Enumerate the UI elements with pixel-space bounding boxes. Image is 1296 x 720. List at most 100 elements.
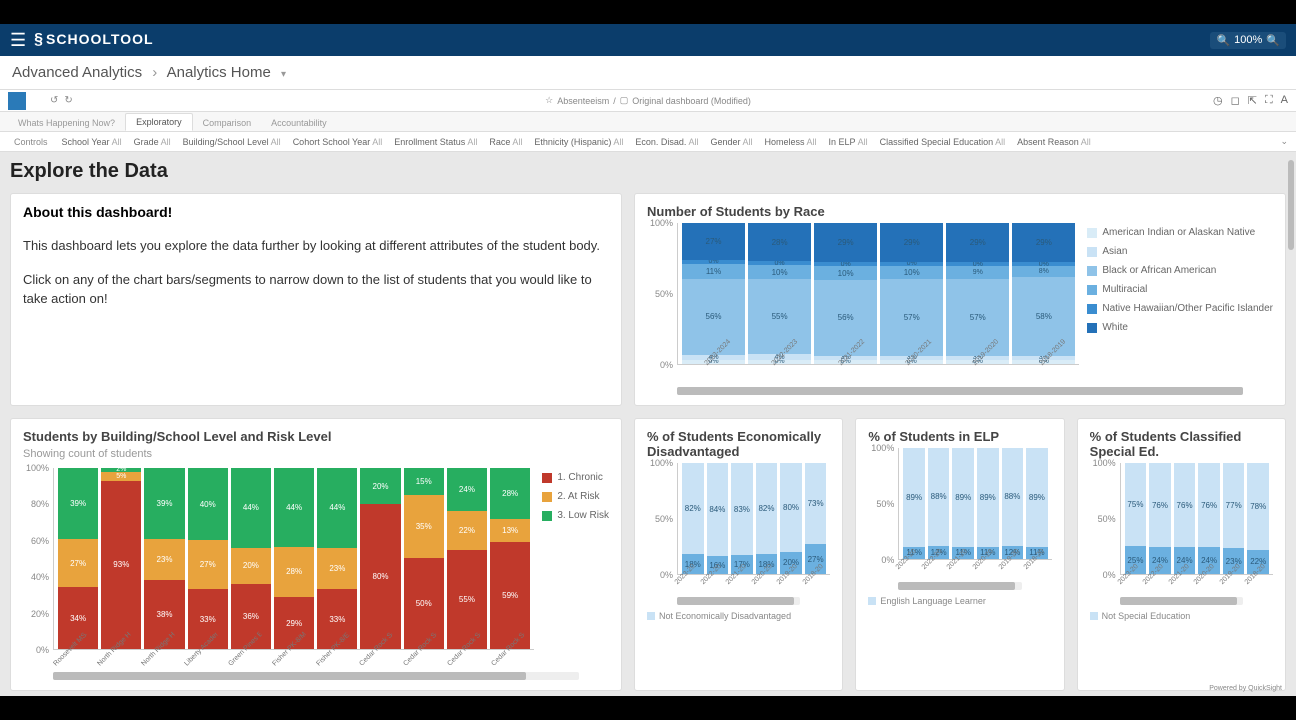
dashboard-name[interactable]: Absenteeism [557,96,609,106]
bookmark-icon[interactable]: ◻ [1231,94,1240,107]
bar-2021-2022[interactable]: 83%17% [731,463,753,574]
bar-cedar-rock-schoo-[interactable]: 20%80% [360,468,400,649]
bar-2020-2021[interactable]: 76%24% [1198,463,1220,574]
tab-whats-happening-now-[interactable]: Whats Happening Now? [8,115,125,131]
bar-roosevelt-ms-ms[interactable]: 39%27%34% [58,468,98,649]
legend-item[interactable]: 3. Low Risk [542,510,609,521]
filter-in-elp[interactable]: In ELPAll [823,137,874,147]
race-scroll[interactable] [677,387,1243,395]
sped-legend-label[interactable]: Not Special Education [1102,611,1191,621]
bar-cedar-rock-schoo-[interactable]: 28%13%59% [490,468,530,649]
elp-scroll[interactable] [898,582,1021,590]
econ-scroll[interactable] [677,597,800,605]
bar-north-ridge-hs-t-[interactable]: 2%5%93% [101,468,141,649]
bar-cedar-rock-schoo-[interactable]: 24%22%55% [447,468,487,649]
bar-2018-2019[interactable]: 73%27% [805,463,827,574]
elp-chart[interactable]: 100%50%0%89%11%88%12%89%11%89%11%88%12%8… [868,448,1051,578]
legend-item[interactable]: 1. Chronic [542,472,609,483]
filter-gender[interactable]: GenderAll [704,137,758,147]
bar-2021-2022[interactable]: 76%24% [1174,463,1196,574]
zoom-in-icon[interactable]: 🔍 [1266,34,1280,47]
bar-2023-2024[interactable]: 82%18% [682,463,704,574]
risk-chart-subtitle: Showing count of students [23,448,609,460]
bar-2021-2022[interactable]: 89%11% [952,448,974,559]
elp-legend-label[interactable]: English Language Learner [880,596,986,606]
bar-2018-2019[interactable]: 78%22% [1247,463,1269,574]
bar-cedar-rock-schoo-[interactable]: 15%35%50% [404,468,444,649]
filter-school-year[interactable]: School YearAll [56,137,128,147]
legend-item[interactable]: American Indian or Alaskan Native [1087,227,1273,238]
bar-north-ridge-hs-hs[interactable]: 39%23%38% [144,468,184,649]
chart-icon[interactable] [8,92,26,110]
bar-2022-2023[interactable]: 76%24% [1149,463,1171,574]
filter-cohort-school-year[interactable]: Cohort School YearAll [287,137,389,147]
redo-icon[interactable]: ↻ [64,95,72,106]
bar-2023-2024[interactable]: 27%0%11%56%4%0% [682,223,745,364]
bar-2022-2023[interactable]: 88%12% [928,448,950,559]
bar-2022-2023[interactable]: 84%16% [707,463,729,574]
bar-2020-2021[interactable]: 29%0%10%57%3%0% [880,223,943,364]
fullscreen-icon[interactable]: ⛶ [1265,94,1273,107]
filter-enrollment-status[interactable]: Enrollment StatusAll [388,137,483,147]
filter-classified-special-education[interactable]: Classified Special EducationAll [874,137,1012,147]
bar-2020-2021[interactable]: 82%18% [756,463,778,574]
bar-2022-2023[interactable]: 28%0%10%55%4%0% [748,223,811,364]
legend-swatch [647,612,655,620]
scrollbar[interactable] [1288,160,1294,250]
zoom-out-icon[interactable]: 🔍 [1216,34,1230,47]
chevron-down-icon[interactable]: ⌄ [1280,136,1288,147]
bar-2020-2021[interactable]: 89%11% [977,448,999,559]
bar-green-pines-es-es[interactable]: 44%20%36% [231,468,271,649]
sped-scroll[interactable] [1120,597,1243,605]
race-chart[interactable]: 100%50%0%27%0%11%56%4%0%28%0%10%55%4%0%2… [647,223,1079,383]
bar-fisher-pk-8-ms[interactable]: 44%28%29% [274,468,314,649]
filter-building-school-level[interactable]: Building/School LevelAll [177,137,287,147]
legend-item[interactable]: Native Hawaiian/Other Pacific Islander [1087,303,1273,314]
legend-item[interactable]: Black or African American [1087,265,1273,276]
bar-2021-2022[interactable]: 29%0%10%56%3%0% [814,223,877,364]
dashboard-path[interactable]: Original dashboard (Modified) [632,96,751,106]
risk-scroll[interactable] [53,672,579,680]
star-icon[interactable]: ☆ [545,95,553,106]
filter-grade[interactable]: GradeAll [128,137,177,147]
bar-2019-2020[interactable]: 80%20% [780,463,802,574]
dashboard-tabs: Whats Happening Now?ExploratoryCompariso… [0,112,1296,132]
legend-label: Asian [1102,246,1127,257]
breadcrumb-root[interactable]: Advanced Analytics [12,64,142,81]
export-icon[interactable]: ⇱ [1248,94,1257,107]
bar-liberty-academy-ms[interactable]: 40%27%33% [188,468,228,649]
filter-race[interactable]: RaceAll [483,137,528,147]
filter-econ-disad-[interactable]: Econ. Disad.All [629,137,704,147]
econ-legend-label[interactable]: Not Economically Disadvantaged [659,611,791,621]
econ-chart[interactable]: 100%50%0%82%18%84%16%83%17%82%18%80%20%7… [647,463,830,593]
filter-homeless[interactable]: HomelessAll [759,137,823,147]
chevron-down-icon[interactable]: ▾ [281,69,286,80]
filter-absent-reason[interactable]: Absent ReasonAll [1011,137,1097,147]
risk-chart[interactable]: 100%80%60%40%20%0%39%27%34%2%5%93%39%23%… [23,468,534,668]
tab-accountability[interactable]: Accountability [261,115,337,131]
legend-item[interactable]: Asian [1087,246,1273,257]
zoom-control[interactable]: 🔍 100% 🔍 [1210,32,1286,49]
bar-2023-2024[interactable]: 75%25% [1125,463,1147,574]
legend-item[interactable]: White [1087,322,1273,333]
breadcrumb-page[interactable]: Analytics Home [167,64,271,81]
app-logo[interactable]: §SCHOOLTOOL [34,31,153,49]
race-legend: American Indian or Alaskan Native Asian Bl… [1087,223,1273,383]
undo-icon[interactable]: ↺ [50,95,58,106]
bar-2018-2019[interactable]: 89%11% [1026,448,1048,559]
tab-comparison[interactable]: Comparison [193,115,262,131]
clock-icon[interactable]: ◷ [1213,94,1223,107]
sped-chart[interactable]: 100%50%0%75%25%76%24%76%24%76%24%77%23%7… [1090,463,1273,593]
legend-item[interactable]: Multiracial [1087,284,1273,295]
menu-icon[interactable]: ☰ [10,30,26,51]
bar-2023-2024[interactable]: 89%11% [903,448,925,559]
bar-fisher-pk-8-es[interactable]: 44%23%33% [317,468,357,649]
legend-item[interactable]: 2. At Risk [542,491,609,502]
bar-2019-2020[interactable]: 77%23% [1223,463,1245,574]
filter-ethnicity-hispanic-[interactable]: Ethnicity (Hispanic)All [528,137,629,147]
text-icon[interactable]: A [1281,94,1288,107]
elp-chart-title: % of Students in ELP [868,429,1051,444]
legend-swatch [1090,612,1098,620]
tab-exploratory[interactable]: Exploratory [125,113,193,131]
bar-2019-2020[interactable]: 88%12% [1002,448,1024,559]
